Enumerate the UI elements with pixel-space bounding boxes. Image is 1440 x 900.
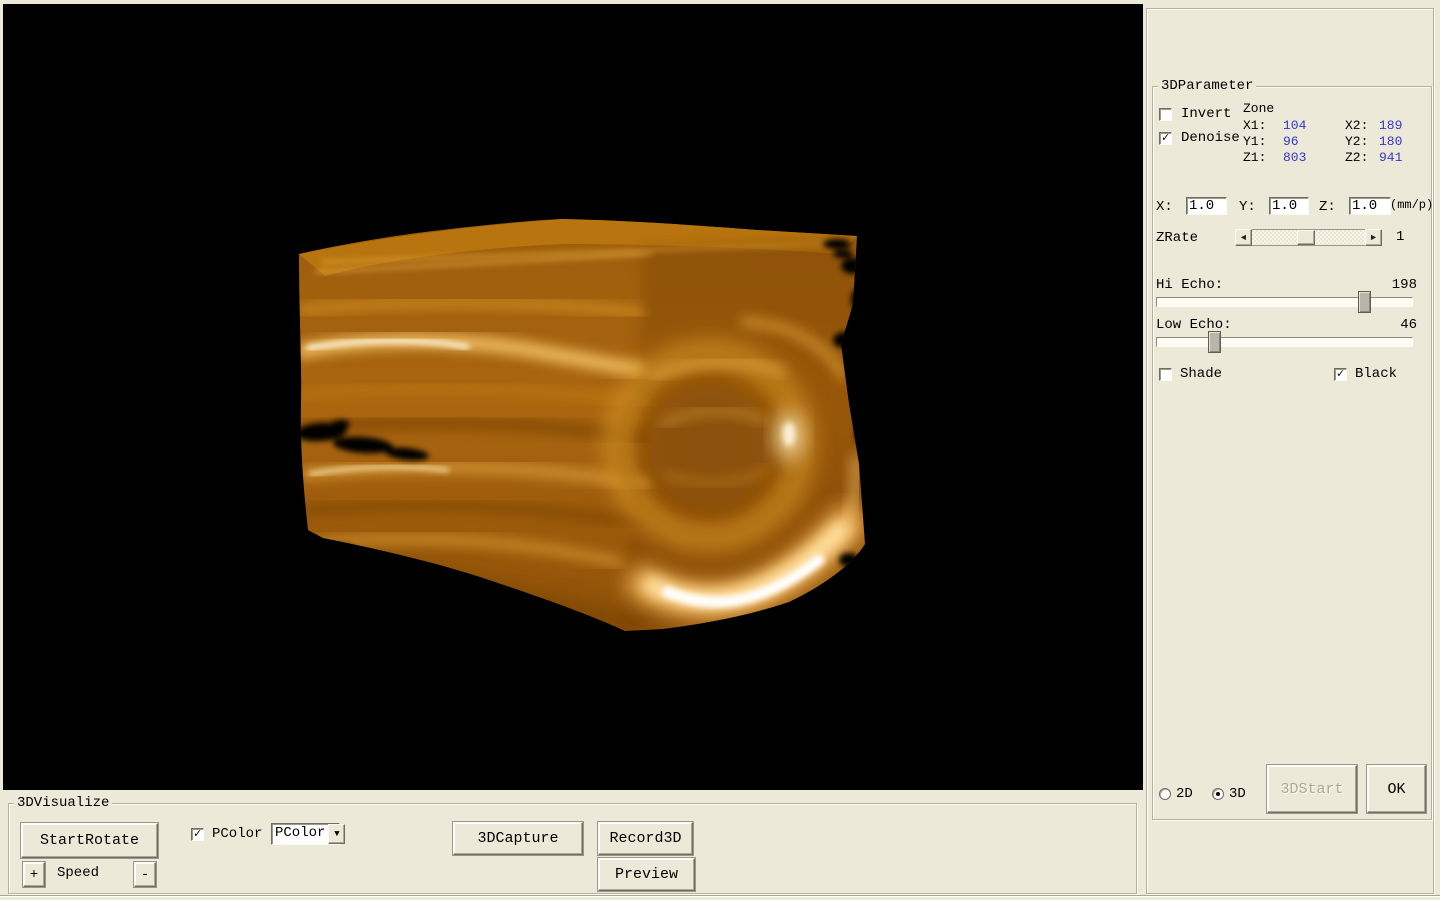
hi-echo-thumb[interactable] <box>1358 291 1371 313</box>
chevron-down-icon[interactable]: ▼ <box>328 824 345 844</box>
y-scale-label: Y: <box>1239 199 1256 215</box>
mode-3d-label: 3D <box>1229 786 1246 802</box>
pcolor-label: PColor <box>212 826 262 842</box>
speed-label: Speed <box>57 865 99 881</box>
visualize-group-title: 3DVisualize <box>14 795 112 811</box>
hi-echo-label: Hi Echo: <box>1156 277 1223 293</box>
denoise-label: Denoise <box>1181 130 1240 146</box>
zone-z2-label: Z2: <box>1345 150 1379 166</box>
ultrasound-volume-render <box>3 4 1143 790</box>
speed-minus-button[interactable]: - <box>134 862 156 887</box>
render-viewport[interactable] <box>3 4 1143 790</box>
zrate-scrollbar: ◄ ► <box>1235 229 1382 246</box>
pcolor-checkbox[interactable] <box>191 828 204 841</box>
scale-unit-label: (mm/p) <box>1390 198 1433 212</box>
zone-y2-value: 180 <box>1379 134 1429 150</box>
zone-y2-label: Y2: <box>1345 134 1379 150</box>
zrate-right-arrow-icon[interactable]: ► <box>1365 229 1382 246</box>
record3d-button[interactable]: Record3D <box>598 822 693 855</box>
shade-label: Shade <box>1180 366 1222 382</box>
denoise-checkbox[interactable] <box>1159 132 1172 145</box>
ok-button[interactable]: OK <box>1367 765 1426 813</box>
zone-z1-label: Z1: <box>1243 150 1283 166</box>
speed-plus-button[interactable]: + <box>23 862 45 887</box>
zrate-thumb[interactable] <box>1297 230 1315 245</box>
x-scale-input[interactable] <box>1186 197 1227 215</box>
z-scale-label: Z: <box>1319 199 1336 215</box>
zone-label: Zone <box>1243 101 1274 116</box>
low-echo-value: 46 <box>1313 317 1417 333</box>
3dstart-button[interactable]: 3DStart <box>1267 765 1357 813</box>
invert-checkbox[interactable] <box>1159 108 1172 121</box>
zone-x2-value: 189 <box>1379 118 1429 134</box>
zrate-label: ZRate <box>1156 230 1198 246</box>
mode-2d-radio[interactable] <box>1159 788 1171 800</box>
zone-y1-value: 96 <box>1283 134 1345 150</box>
3dcapture-button[interactable]: 3DCapture <box>453 822 583 855</box>
visualize-groupbox: 3DVisualize StartRotate PColor PColor ▼ … <box>8 803 1137 894</box>
param-groupbox: 3DParameter Invert Denoise Zone X1: 104 … <box>1152 86 1432 820</box>
window-bottom-edge <box>0 895 1440 897</box>
mode-2d-label: 2D <box>1176 786 1193 802</box>
black-checkbox[interactable] <box>1334 368 1347 381</box>
pcolor-dropdown[interactable]: PColor ▼ <box>271 823 340 845</box>
param-group-title: 3DParameter <box>1158 78 1256 94</box>
z-scale-input[interactable] <box>1349 197 1391 215</box>
zone-z2-value: 941 <box>1379 150 1429 166</box>
zone-z1-value: 803 <box>1283 150 1345 166</box>
start-rotate-button[interactable]: StartRotate <box>21 823 158 858</box>
zrate-left-arrow-icon[interactable]: ◄ <box>1235 229 1252 246</box>
zone-x1-label: X1: <box>1243 118 1283 134</box>
mode-3d-radio[interactable] <box>1212 788 1224 800</box>
zone-x2-label: X2: <box>1345 118 1379 134</box>
black-label: Black <box>1355 366 1397 382</box>
zrate-value: 1 <box>1396 229 1404 245</box>
hi-echo-slider[interactable] <box>1156 297 1413 307</box>
shade-checkbox[interactable] <box>1159 368 1172 381</box>
zone-x1-value: 104 <box>1283 118 1345 134</box>
zone-grid: X1: 104 X2: 189 Y1: 96 Y2: 180 Z1: 803 Z… <box>1243 118 1429 166</box>
low-echo-slider[interactable] <box>1156 337 1413 347</box>
preview-button[interactable]: Preview <box>598 858 695 891</box>
zrate-track[interactable] <box>1252 229 1365 246</box>
zone-y1-label: Y1: <box>1243 134 1283 150</box>
invert-label: Invert <box>1181 106 1231 122</box>
x-scale-label: X: <box>1156 199 1173 215</box>
y-scale-input[interactable] <box>1269 197 1309 215</box>
pcolor-dropdown-value: PColor <box>272 824 328 844</box>
low-echo-thumb[interactable] <box>1208 331 1221 353</box>
